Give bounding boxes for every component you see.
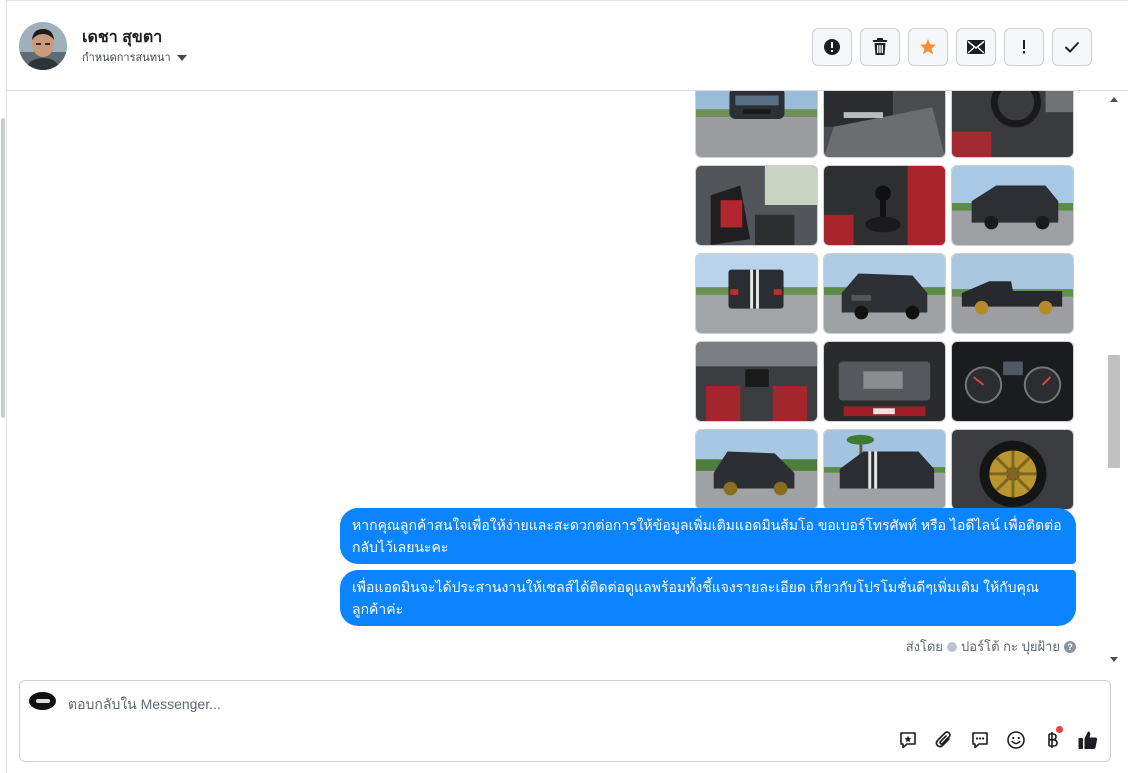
sent-by-info: ส่งโดย ปอร์โต้ กะ ปุยฝ้าย ? xyxy=(906,636,1076,657)
message-thread: หากคุณลูกค้าสนใจเพื่อให้ง่ายและสะดวกต่อก… xyxy=(7,91,1106,667)
help-icon[interactable]: ? xyxy=(1064,640,1076,653)
header-actions xyxy=(812,28,1092,66)
message-text: หากคุณลูกค้าสนใจเพื่อให้ง่ายและสะดวกต่อก… xyxy=(352,517,1062,555)
emoji-button[interactable] xyxy=(1003,727,1028,752)
baht-payment-icon xyxy=(1047,731,1058,748)
quick-reply-button[interactable] xyxy=(967,727,992,752)
photo-engine-bay[interactable] xyxy=(823,341,946,422)
left-scrollbar-thumb[interactable] xyxy=(1,118,5,418)
page-avatar xyxy=(29,692,56,710)
composer-tools xyxy=(895,726,1100,752)
mark-unread-button[interactable] xyxy=(956,28,996,66)
attachment-icon xyxy=(935,730,951,747)
check-icon xyxy=(1064,41,1080,53)
exclamation-circle-icon xyxy=(824,39,840,55)
photo-truck-front-angle[interactable] xyxy=(823,253,946,334)
photo-truck-front[interactable] xyxy=(695,91,818,158)
saved-reply-button[interactable] xyxy=(895,727,920,752)
sender-status-icon xyxy=(947,641,958,652)
photo-truck-side[interactable] xyxy=(951,253,1074,334)
star-icon xyxy=(920,39,936,55)
message-bubble[interactable]: หากคุณลูกค้าสนใจเพื่อให้ง่ายและสะดวกต่อก… xyxy=(340,508,1076,564)
follow-up-button[interactable] xyxy=(1004,28,1044,66)
chat-icon xyxy=(971,731,988,748)
photo-gold-wheel[interactable] xyxy=(951,429,1074,510)
notification-dot xyxy=(1056,726,1063,733)
photo-door-interior[interactable] xyxy=(823,91,946,158)
attach-file-button[interactable] xyxy=(931,727,956,752)
photo-truck-rear[interactable] xyxy=(695,253,818,334)
assign-label: กำหนดการสนทนา xyxy=(82,52,171,64)
photo-gear-shift[interactable] xyxy=(823,165,946,246)
contact-name[interactable]: เดชา สุขตา xyxy=(82,25,162,50)
saved-reply-icon xyxy=(899,731,916,748)
scrollbar-thumb[interactable] xyxy=(1108,355,1120,468)
delete-button[interactable] xyxy=(860,28,900,66)
spam-button[interactable] xyxy=(812,28,852,66)
like-button[interactable] xyxy=(1075,727,1100,752)
photo-seat-interior[interactable] xyxy=(695,165,818,246)
emoji-icon xyxy=(1006,730,1025,749)
reply-composer xyxy=(19,680,1111,762)
photo-dashboard-interior[interactable] xyxy=(695,341,818,422)
photo-truck-rear-side[interactable] xyxy=(951,165,1074,246)
done-button[interactable] xyxy=(1052,28,1092,66)
photo-truck-front-trees[interactable] xyxy=(695,429,818,510)
conversation-header: เดชา สุขตา กำหนดการสนทนา xyxy=(7,0,1128,91)
star-button[interactable] xyxy=(908,28,948,66)
like-icon xyxy=(1078,731,1097,749)
assign-conversation-dropdown[interactable]: กำหนดการสนทนา xyxy=(82,48,187,66)
scroll-up-arrow-icon[interactable] xyxy=(1110,97,1118,102)
photo-gauge-cluster[interactable] xyxy=(951,341,1074,422)
photo-truck-rear-palm[interactable] xyxy=(823,429,946,510)
chevron-down-icon xyxy=(176,54,187,61)
thread-scrollbar[interactable] xyxy=(1106,91,1122,667)
sender-name[interactable]: ปอร์โต้ กะ ปุยฝ้าย xyxy=(961,636,1060,657)
envelope-icon xyxy=(967,40,985,54)
reply-input[interactable] xyxy=(68,695,868,713)
payment-button[interactable] xyxy=(1039,726,1064,752)
photo-grid xyxy=(695,91,1074,510)
message-text: เพื่อแอดมินจะได้ประสานงานให้เซลส์ได้ติดต… xyxy=(352,579,1039,617)
sent-by-label: ส่งโดย xyxy=(905,639,944,654)
trash-icon xyxy=(873,38,887,55)
left-panel-edge xyxy=(0,0,7,773)
contact-avatar[interactable] xyxy=(19,22,67,70)
scroll-down-arrow-icon[interactable] xyxy=(1110,657,1118,662)
exclamation-icon xyxy=(1023,40,1025,54)
message-bubble[interactable]: เพื่อแอดมินจะได้ประสานงานให้เซลส์ได้ติดต… xyxy=(340,570,1076,626)
photo-steering-wheel[interactable] xyxy=(951,91,1074,158)
